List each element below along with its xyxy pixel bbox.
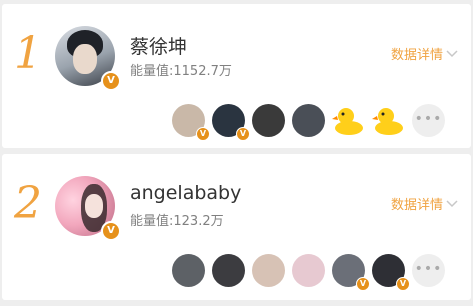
fan-avatar[interactable]	[252, 104, 285, 137]
rubber-duck-icon[interactable]	[372, 104, 405, 137]
fan-avatars: V V •••	[172, 104, 445, 141]
verified-badge-icon: V	[236, 127, 250, 141]
fan-avatar[interactable]	[292, 254, 325, 287]
verified-badge-icon: V	[101, 71, 121, 91]
data-details-link[interactable]: 数据详情	[391, 194, 443, 213]
fan-avatar[interactable]	[212, 254, 245, 287]
verified-badge-icon: V	[101, 221, 121, 241]
fan-avatar[interactable]	[252, 254, 285, 287]
data-details-link[interactable]: 数据详情	[391, 44, 443, 63]
verified-badge-icon: V	[396, 277, 410, 291]
user-name[interactable]: angelababy	[130, 182, 241, 204]
energy-value: 能量值:123.2万	[130, 214, 224, 229]
fan-avatar[interactable]: V	[172, 104, 210, 141]
rank-number: 1	[14, 28, 42, 79]
ranking-card-1[interactable]: 1 V 蔡徐坤 能量值:1152.7万 数据详情 V V •••	[2, 4, 471, 148]
more-fans-button[interactable]: •••	[412, 104, 445, 137]
rubber-duck-icon[interactable]	[332, 104, 365, 137]
user-name[interactable]: 蔡徐坤	[130, 32, 187, 59]
fan-avatar[interactable]: V	[372, 254, 410, 291]
rank-number: 2	[14, 178, 42, 229]
energy-value: 能量值:1152.7万	[130, 64, 232, 79]
verified-badge-icon: V	[196, 127, 210, 141]
fan-avatar[interactable]: V	[332, 254, 370, 291]
chevron-down-icon[interactable]	[445, 46, 459, 60]
fan-avatar[interactable]	[172, 254, 205, 287]
more-fans-button[interactable]: •••	[412, 254, 445, 287]
fan-avatars: V V •••	[172, 254, 445, 291]
fan-avatar[interactable]	[292, 104, 325, 137]
verified-badge-icon: V	[356, 277, 370, 291]
fan-avatar[interactable]: V	[212, 104, 250, 141]
ranking-card-2[interactable]: 2 V angelababy 能量值:123.2万 数据详情 V V •••	[2, 154, 471, 300]
chevron-down-icon[interactable]	[445, 196, 459, 210]
